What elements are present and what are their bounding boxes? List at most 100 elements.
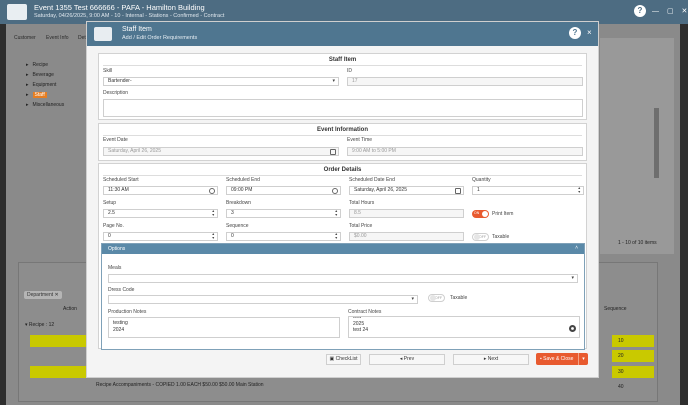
sequence-cell: 10 — [618, 338, 624, 344]
staff-item-modal: Staff Item Add / Edit Order Requirements… — [86, 21, 599, 378]
chevron-down-icon[interactable]: ▾ — [578, 353, 588, 365]
dress-code-taxable-state: OFF — [435, 296, 442, 300]
chevron-down-icon: ▾ — [411, 296, 414, 302]
background-right-panel — [600, 38, 674, 254]
quantity-stepper[interactable]: 1 ▲ ▼ — [472, 186, 584, 195]
id-field: 17 — [347, 77, 583, 86]
sequence-cell: 30 — [618, 369, 624, 375]
options-header[interactable]: Options ˄ — [102, 244, 584, 254]
clock-icon[interactable] — [209, 188, 215, 194]
event-date-label: Event Date — [103, 137, 128, 143]
table-row-highlight — [30, 366, 92, 378]
tree-item-equipment[interactable]: ▸ Equipment — [26, 82, 56, 88]
skill-select[interactable]: Bartender- ▾ — [103, 77, 339, 86]
recipe-group-row[interactable]: ▾ Recipe : 12 — [25, 322, 54, 328]
stepper-arrows-icon[interactable]: ▲ ▼ — [335, 233, 338, 240]
scheduled-start-value: 11:30 AM — [108, 187, 129, 193]
event-date-value: Saturday, April 26, 2025 — [108, 148, 161, 154]
modal-subtitle: Add / Edit Order Requirements — [122, 35, 198, 41]
staff-item-section: Staff Item Skill Bartender- ▾ ID 17 Desc… — [98, 53, 587, 120]
sequence-cell: 40 — [618, 384, 624, 390]
skill-label: Skill — [103, 68, 113, 74]
table-row-highlight — [30, 335, 92, 347]
tree-item-miscellaneous[interactable]: ▸ Miscellaneous — [26, 102, 64, 108]
sequence-stepper[interactable]: 0 ▲ ▼ — [226, 232, 341, 241]
id-label: ID — [347, 68, 352, 74]
contract-notes-textarea[interactable]: test 2025 test 24 — [348, 316, 580, 338]
calendar-icon — [330, 149, 336, 155]
quantity-value: 1 — [477, 187, 480, 193]
scheduled-start-picker[interactable]: 11:30 AM — [103, 186, 218, 195]
tree-item-staff[interactable]: ▸ Staff — [26, 92, 47, 98]
background-scrollbar[interactable] — [654, 108, 659, 178]
scheduled-date-end-value: Saturday, April 26, 2025 — [354, 187, 407, 193]
tab-customer[interactable]: Customer — [14, 35, 36, 41]
chevron-down-icon: ▾ — [571, 275, 574, 281]
scheduled-date-end-label: Scheduled Date End — [349, 177, 395, 183]
page-no-stepper[interactable]: 0 ▲ ▼ — [103, 232, 218, 241]
production-notes-line: 2024 — [113, 327, 125, 333]
stepper-arrows-icon[interactable]: ▲ ▼ — [335, 210, 338, 217]
event-time-label: Event Time — [347, 137, 373, 143]
scheduled-start-label: Scheduled Start — [103, 177, 139, 183]
event-information-section-title: Event Information — [316, 127, 368, 133]
toggle-knob — [482, 211, 488, 217]
table-row[interactable]: Recipe Accompaniments - COPIED 1.00 EACH… — [96, 382, 264, 388]
taxable-toggle-state: OFF — [479, 235, 486, 239]
tree-item-beverage[interactable]: ▸ Beverage — [26, 72, 54, 78]
toggle-knob — [430, 295, 436, 301]
sequence-value: 0 — [231, 233, 234, 239]
total-price-field: $0.00 — [349, 232, 464, 241]
stepper-arrows-icon[interactable]: ▲ ▼ — [578, 187, 581, 194]
order-details-section-title: Order Details — [323, 167, 362, 173]
department-group-chip[interactable]: Department ✕ — [24, 291, 62, 299]
window-controls[interactable]: — ▢ ✕ — [652, 7, 688, 15]
production-notes-textarea[interactable]: testing 2024 — [108, 317, 340, 338]
modal-help-icon[interactable]: ? — [569, 27, 581, 39]
background-tabs: Customer Event Info Det — [6, 30, 86, 44]
page-no-value: 0 — [108, 233, 111, 239]
dress-code-taxable-toggle[interactable]: OFF — [428, 294, 445, 302]
modal-close-icon[interactable]: × — [587, 28, 592, 37]
tree-item-recipe[interactable]: ▸ Recipe — [26, 62, 48, 68]
app-logo-icon — [7, 4, 27, 20]
staff-item-section-title: Staff Item — [328, 57, 357, 63]
calendar-icon[interactable] — [455, 188, 461, 194]
sequence-column-header[interactable]: Sequence — [604, 306, 627, 312]
scheduled-end-value: 09:00 PM — [231, 187, 253, 193]
print-item-toggle[interactable]: ON — [472, 210, 489, 218]
setup-label: Setup — [103, 200, 117, 206]
app-help-icon[interactable]: ? — [634, 5, 646, 17]
dress-code-select[interactable]: ▾ — [108, 295, 418, 304]
dress-code-taxable-label: Taxable — [450, 295, 468, 301]
quantity-label: Quantity — [472, 177, 491, 183]
setup-stepper[interactable]: 2.5 ▲ ▼ — [103, 209, 218, 218]
divider — [103, 175, 582, 176]
checklist-label: CheckList — [335, 356, 358, 362]
modal-header: Staff Item Add / Edit Order Requirements… — [87, 22, 598, 46]
clock-icon[interactable] — [332, 188, 338, 194]
next-button[interactable]: ▸ Next — [453, 354, 529, 365]
checklist-button[interactable]: ▣ CheckList — [326, 354, 361, 365]
prev-button[interactable]: ◂ Prev — [369, 354, 445, 365]
tab-event-info[interactable]: Event Info — [46, 35, 69, 41]
modal-title: Staff Item — [122, 26, 152, 33]
scheduled-date-end-picker[interactable]: Saturday, April 26, 2025 — [349, 186, 464, 195]
items-count: 1 - 10 of 10 items — [618, 240, 657, 246]
settings-gear-icon[interactable] — [568, 324, 577, 333]
chevron-up-icon[interactable]: ˄ — [575, 245, 578, 251]
save-and-close-button[interactable]: ▪ Save & Close ▾ — [536, 353, 588, 365]
stepper-arrows-icon[interactable]: ▲ ▼ — [212, 233, 215, 240]
tab-details[interactable]: Det — [78, 35, 86, 41]
options-title: Options — [108, 246, 126, 252]
description-input[interactable] — [103, 99, 583, 117]
print-item-label: Print Item — [492, 211, 514, 217]
total-hours-label: Total Hours — [349, 200, 375, 206]
taxable-toggle[interactable]: OFF — [472, 233, 489, 241]
breakdown-stepper[interactable]: 3 ▲ ▼ — [226, 209, 341, 218]
production-notes-label: Production Notes — [108, 309, 147, 315]
meals-select[interactable]: ▾ — [108, 274, 578, 283]
setup-value: 2.5 — [108, 210, 115, 216]
scheduled-end-picker[interactable]: 09:00 PM — [226, 186, 341, 195]
stepper-arrows-icon[interactable]: ▲ ▼ — [212, 210, 215, 217]
